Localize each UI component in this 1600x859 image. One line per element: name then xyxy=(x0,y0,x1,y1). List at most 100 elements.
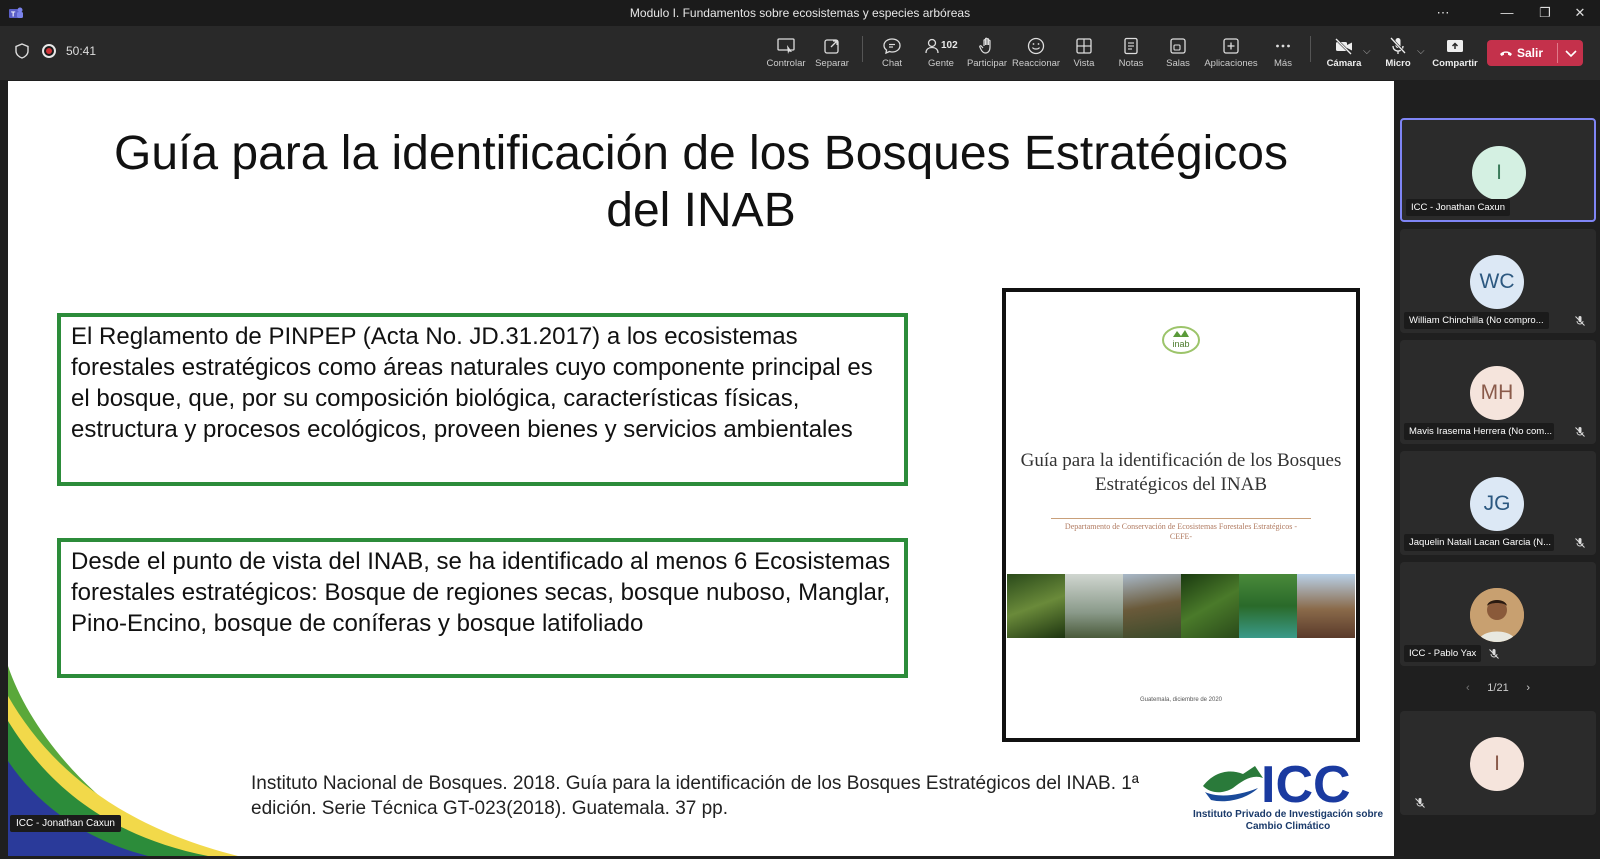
leave-divider xyxy=(1557,43,1558,63)
pager-prev-icon[interactable]: ‹ xyxy=(1466,682,1470,694)
cover-subtitle: Departamento de Conservación de Ecosiste… xyxy=(1064,522,1298,541)
participant-name: ICC - Pablo Yax xyxy=(1404,645,1482,662)
more-label: Más xyxy=(1274,58,1292,69)
react-label: Reaccionar xyxy=(1012,58,1061,69)
participant-tile[interactable]: WC William Chinchilla (No compro... xyxy=(1400,229,1596,333)
conifer-photo xyxy=(1297,574,1355,638)
control-label: Controlar xyxy=(766,58,806,69)
view-icon xyxy=(1076,38,1092,54)
icc-logo-text: ICC xyxy=(1261,758,1351,808)
toolbar-divider xyxy=(1310,36,1311,62)
react-button[interactable]: Reaccionar xyxy=(1012,34,1060,78)
camera-button[interactable]: Cámara xyxy=(1326,34,1362,78)
participant-name: ICC - Jonathan Caxun xyxy=(1406,199,1510,216)
forest-photo xyxy=(1007,574,1065,638)
shared-presentation-slide: Guía para la identificación de los Bosqu… xyxy=(8,81,1394,856)
people-button[interactable]: 102 Gente xyxy=(916,34,966,78)
apps-button[interactable]: Aplicaciones xyxy=(1204,34,1258,78)
more-button[interactable]: Más xyxy=(1268,34,1298,78)
participant-tile[interactable]: ICC - Pablo Yax xyxy=(1400,562,1596,666)
camera-label: Cámara xyxy=(1326,58,1362,69)
pine-photo xyxy=(1181,574,1239,638)
raise-hand-button[interactable]: Participar xyxy=(966,34,1008,78)
cover-date: Guatemala, diciembre de 2020 xyxy=(1139,697,1223,703)
mic-muted-icon xyxy=(1415,798,1425,808)
share-label: Compartir xyxy=(1432,58,1478,69)
hang-up-icon xyxy=(1500,51,1512,56)
participant-name: William Chinchilla (No compro... xyxy=(1404,312,1549,329)
close-window-button[interactable]: ✕ xyxy=(1565,3,1595,23)
apps-icon xyxy=(1223,38,1239,54)
dry-forest-photo xyxy=(1123,574,1181,638)
people-count: 102 xyxy=(941,40,958,51)
cloud-forest-photo xyxy=(1065,574,1123,638)
rooms-label: Salas xyxy=(1166,58,1190,69)
guide-cover-image: inab Guía para la identificación de los … xyxy=(1002,288,1360,742)
inab-logo-text: inab xyxy=(1172,339,1189,349)
self-view-tile[interactable]: I xyxy=(1400,711,1596,815)
control-button[interactable]: Controlar xyxy=(764,34,808,78)
gallery-pager: ‹ 1/21 › xyxy=(1458,682,1538,694)
avatar: JG xyxy=(1470,477,1524,531)
pager-next-icon[interactable]: › xyxy=(1526,682,1530,694)
notes-icon xyxy=(1124,37,1138,55)
raise-hand-label: Participar xyxy=(966,58,1008,69)
leave-button-group: Salir xyxy=(1487,40,1583,66)
mangrove-photo xyxy=(1239,574,1297,638)
leave-options-chevron-icon[interactable] xyxy=(1561,44,1581,62)
rooms-button[interactable]: Salas xyxy=(1160,34,1196,78)
pager-label: 1/21 xyxy=(1487,682,1509,694)
chat-label: Chat xyxy=(881,58,903,69)
inab-logo: inab xyxy=(1162,326,1200,354)
take-control-icon xyxy=(777,38,795,54)
presenter-name-tag: ICC - Jonathan Caxun xyxy=(10,815,121,832)
cover-divider xyxy=(1051,518,1311,519)
raise-hand-icon xyxy=(979,37,991,54)
notes-label: Notas xyxy=(1118,58,1144,69)
mic-muted-icon xyxy=(1575,538,1585,548)
mic-muted-icon xyxy=(1489,649,1499,659)
participant-name: Jaquelin Natali Lacan Garcia (N... xyxy=(1404,534,1554,551)
notes-button[interactable]: Notas xyxy=(1113,34,1149,78)
chat-button[interactable]: Chat xyxy=(874,34,910,78)
mic-button[interactable]: Micro xyxy=(1380,34,1416,78)
cover-title: Guía para la identificación de los Bosqu… xyxy=(1020,450,1342,495)
participant-tile[interactable]: MH Mavis Irasema Herrera (No com... xyxy=(1400,340,1596,444)
share-button[interactable]: Compartir xyxy=(1432,34,1478,78)
minimize-button[interactable]: — xyxy=(1492,3,1522,23)
mic-options-chevron-icon[interactable]: ⌵ xyxy=(1417,46,1425,57)
window-title-bar: T Modulo I. Fundamentos sobre ecosistema… xyxy=(0,0,1600,26)
react-icon xyxy=(1027,37,1045,55)
mic-muted-icon xyxy=(1575,316,1585,326)
rooms-icon xyxy=(1170,38,1186,54)
text-box-pinpep: El Reglamento de PINPEP (Acta No. JD.31.… xyxy=(57,313,908,486)
share-icon xyxy=(1447,40,1463,52)
apps-label: Aplicaciones xyxy=(1204,58,1258,69)
avatar: I xyxy=(1470,737,1524,791)
shield-icon xyxy=(15,43,29,59)
icc-subtitle: Instituto Privado de Investigación sobre… xyxy=(1192,809,1384,832)
pop-out-button[interactable]: Separar xyxy=(812,34,852,78)
participant-tile[interactable]: JG Jaquelin Natali Lacan Garcia (N... xyxy=(1400,451,1596,555)
participant-name: Mavis Irasema Herrera (No com... xyxy=(1404,423,1554,440)
mic-label: Micro xyxy=(1385,58,1411,69)
participant-tile[interactable]: I ICC - Jonathan Caxun xyxy=(1400,118,1596,222)
avatar-photo xyxy=(1470,588,1524,642)
window-more-button[interactable]: ⋯ xyxy=(1428,3,1458,23)
slide-title: Guía para la identificación de los Bosqu… xyxy=(113,127,1288,237)
more-icon xyxy=(1276,44,1290,48)
cover-photo-strip xyxy=(1007,574,1355,638)
restore-button[interactable]: ❐ xyxy=(1530,3,1560,23)
camera-off-icon xyxy=(1335,38,1352,55)
mic-muted-icon xyxy=(1575,427,1585,437)
view-label: Vista xyxy=(1073,58,1095,69)
mic-off-icon xyxy=(1390,37,1406,54)
participant-gallery: I ICC - Jonathan Caxun WC William Chinch… xyxy=(1398,81,1600,859)
leave-button[interactable]: Salir xyxy=(1487,40,1557,66)
camera-options-chevron-icon[interactable]: ⌵ xyxy=(1363,46,1371,57)
recording-icon xyxy=(42,44,56,58)
pop-out-icon xyxy=(824,39,839,54)
avatar: WC xyxy=(1470,255,1524,309)
meeting-timer: 50:41 xyxy=(66,44,97,58)
view-button[interactable]: Vista xyxy=(1066,34,1102,78)
